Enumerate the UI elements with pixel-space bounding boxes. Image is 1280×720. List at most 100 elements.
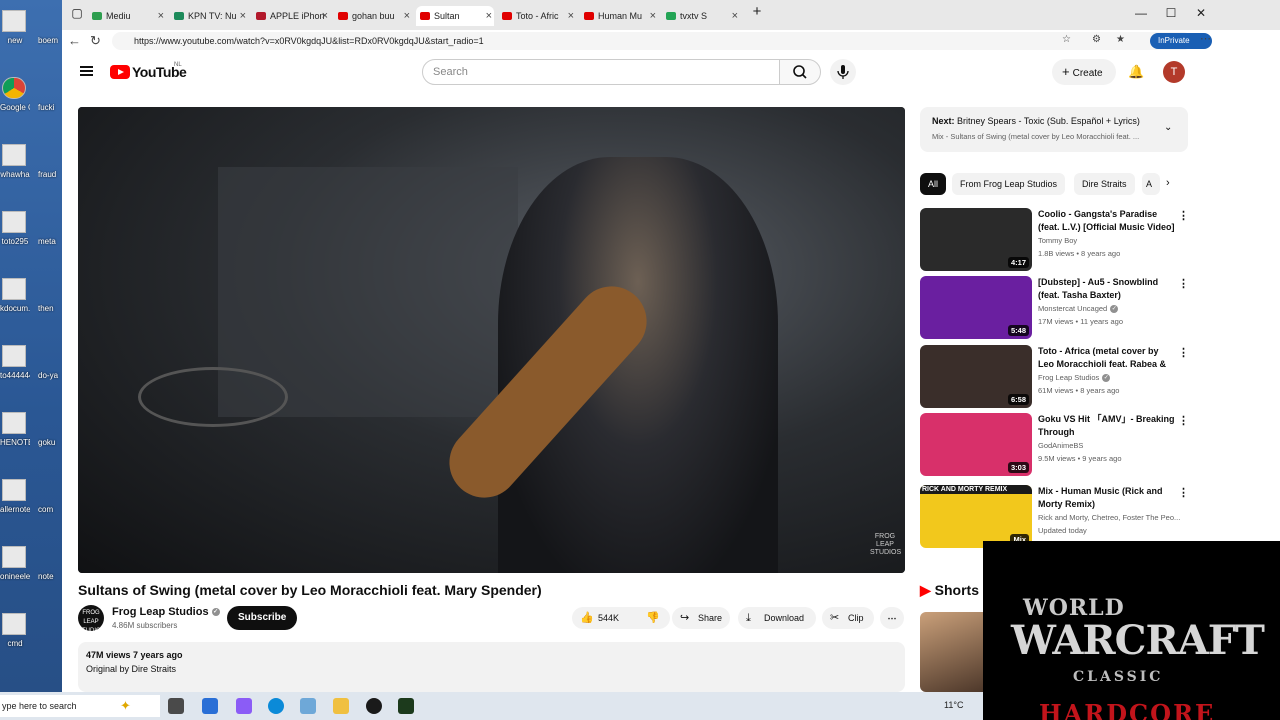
dislike-button[interactable]: 👎 [646, 607, 660, 629]
recommendation-item[interactable]: 4:17 Coolio - Gangsta's Paradise (feat. L… [920, 208, 1210, 272]
task-view-icon[interactable] [168, 698, 184, 714]
recommendation-item[interactable]: 5:48 [Dubstep] - Au5 - Snowblind (feat. T… [920, 276, 1210, 340]
video-thumbnail[interactable]: 6:58 [920, 345, 1032, 408]
chevron-right-icon[interactable]: › [1166, 177, 1170, 189]
desktop-icon-label: toto295 [1, 237, 29, 246]
filter-chip[interactable]: A [1142, 173, 1160, 195]
account-avatar[interactable]: T [1163, 61, 1185, 83]
desktop-icon-label: whawha [0, 170, 30, 179]
recommendation-item[interactable]: 3:03 Goku VS Hit 「AMV」- Breaking Through G… [920, 413, 1210, 477]
file-explorer-icon[interactable] [333, 698, 349, 714]
recommendation-meta: 17M views • 11 years ago [1038, 317, 1124, 326]
recommendation-channel[interactable]: Frog Leap Studios ✓ [1038, 373, 1188, 383]
video-thumbnail[interactable]: 5:48 [920, 276, 1032, 339]
sparkle-icon[interactable]: ✦ [120, 698, 136, 714]
filter-chip[interactable]: Dire Straits [1074, 173, 1135, 195]
subscribe-button[interactable]: Subscribe [227, 606, 298, 630]
maximize-button[interactable]: ☐ [1156, 6, 1186, 20]
more-options-icon[interactable]: ⋮ [1178, 209, 1189, 222]
browser-tab[interactable]: tvxtv S × [662, 6, 740, 26]
refresh-icon[interactable]: ↻ [90, 33, 101, 49]
taskbar-search[interactable]: ype here to search [0, 695, 160, 717]
more-options-icon[interactable]: ⋮ [1178, 414, 1189, 427]
recommendation-item[interactable]: RICK AND MORTY REMIX Mix Mix - Human Music… [920, 485, 1210, 549]
recommendation-title[interactable]: Toto - Africa (metal cover by Leo Moracc… [1038, 345, 1176, 372]
video-title: Sultans of Swing (metal cover by Leo Mor… [78, 582, 542, 598]
recommendation-item[interactable]: 6:58 Toto - Africa (metal cover by Leo Mo… [920, 345, 1210, 409]
recommendation-channel[interactable]: Tommy Boy [1038, 236, 1188, 245]
recommendation-channel[interactable]: Rick and Morty, Chetreo, Foster The Peo.… [1038, 513, 1188, 522]
video-thumbnail[interactable]: 4:17 [920, 208, 1032, 271]
more-options-icon[interactable]: ⋮ [1178, 486, 1189, 499]
recommendation-channel[interactable]: GodAnimeBS [1038, 441, 1188, 450]
tab-close-icon[interactable]: × [732, 10, 738, 22]
obs-icon[interactable] [366, 698, 382, 714]
back-icon[interactable]: ← [68, 33, 81, 48]
shorts-thumbnail[interactable] [920, 612, 990, 692]
browser-tab[interactable]: Human Mu × [580, 6, 658, 26]
favorites-icon[interactable]: ★ [1116, 34, 1125, 45]
menu-icon[interactable] [80, 66, 93, 76]
favorite-star-icon[interactable]: ☆ [1062, 34, 1071, 45]
recommendation-title[interactable]: Coolio - Gangsta's Paradise (feat. L.V.)… [1038, 208, 1176, 235]
recommendation-title[interactable]: Mix - Human Music (Rick and Morty Remix) [1038, 485, 1176, 512]
search-input[interactable]: Search [422, 59, 780, 85]
youtube-logo-icon[interactable] [110, 65, 130, 79]
app-icon[interactable] [300, 698, 316, 714]
minimize-button[interactable]: — [1126, 6, 1156, 20]
voice-search-button[interactable] [830, 59, 856, 85]
address-bar[interactable]: https://www.youtube.com/watch?v=x0RV0kgd… [112, 32, 1192, 50]
share-button[interactable]: ↪ Share [672, 607, 730, 629]
close-window-button[interactable]: ✕ [1186, 6, 1216, 20]
playlist-next-box[interactable] [920, 107, 1188, 152]
browser-tab[interactable]: gohan buu × [334, 6, 412, 26]
clip-button[interactable]: ✂ Clip [822, 607, 874, 629]
video-player[interactable]: FROG LEAP STUDIOS [78, 107, 905, 573]
description-box[interactable] [78, 642, 905, 692]
store-icon[interactable] [202, 698, 218, 714]
channel-avatar[interactable]: FROG LEAP STUDIOS [78, 605, 105, 634]
game-icon[interactable] [398, 698, 414, 714]
edge-icon[interactable] [268, 698, 284, 714]
tab-close-icon[interactable]: × [650, 10, 656, 22]
browser-tab[interactable]: Sultan × [416, 6, 494, 26]
tab-close-icon[interactable]: × [240, 10, 246, 22]
browser-tab[interactable]: Mediu × [88, 6, 166, 26]
desktop-icon-label-2: meta [38, 237, 56, 246]
recommendation-title[interactable]: [Dubstep] - Au5 - Snowblind (feat. Tasha… [1038, 276, 1176, 303]
filter-chip[interactable]: From Frog Leap Studios [952, 173, 1066, 195]
thumbnail-caption: RICK AND MORTY REMIX [920, 485, 1032, 494]
more-options-icon[interactable]: ⋮ [1178, 346, 1189, 359]
tab-close-icon[interactable]: × [322, 10, 328, 22]
browser-tab[interactable]: Toto - Afric × [498, 6, 576, 26]
notifications-bell-icon[interactable]: 🔔 [1128, 64, 1144, 80]
browser-tab[interactable]: KPN TV: Nu × [170, 6, 248, 26]
download-button[interactable]: ⤓ Download [738, 607, 816, 629]
more-options-icon[interactable]: ⋮ [1178, 277, 1189, 290]
tab-close-icon[interactable]: × [486, 10, 492, 22]
more-actions-button[interactable]: ⋯ [880, 607, 904, 629]
next-prefix: Next: [932, 116, 955, 126]
video-duration: 3:03 [1007, 462, 1029, 473]
tab-close-icon[interactable]: × [404, 10, 410, 22]
new-tab-button[interactable]: + [742, 3, 772, 20]
video-thumbnail[interactable]: RICK AND MORTY REMIX Mix [920, 485, 1032, 548]
filter-chip[interactable]: All [920, 173, 947, 195]
recommendation-title[interactable]: Goku VS Hit 「AMV」- Breaking Through [1038, 413, 1176, 440]
create-button[interactable]: + Create [1052, 59, 1116, 85]
browser-tab[interactable]: APPLE iPhon × [252, 6, 330, 26]
tab-label: KPN TV: Nu [188, 11, 237, 21]
tab-close-icon[interactable]: × [568, 10, 574, 22]
channel-name[interactable]: Frog Leap Studios ✓ [112, 606, 220, 618]
extensions-icon[interactable]: ⚙ [1092, 34, 1101, 45]
copilot-icon[interactable] [236, 698, 252, 714]
recommendation-channel[interactable]: Monstercat Uncaged ✓ [1038, 304, 1188, 314]
search-button[interactable] [779, 59, 821, 85]
plus-icon: + [1062, 64, 1070, 79]
video-thumbnail[interactable]: 3:03 [920, 413, 1032, 476]
chevron-down-icon[interactable]: ⌄ [1164, 122, 1172, 133]
more-menu-icon[interactable]: ⋯ [1200, 32, 1211, 45]
tab-close-icon[interactable]: × [158, 10, 164, 22]
like-button[interactable]: 👍 [580, 607, 594, 629]
desktop-icon-label-2: com [38, 505, 54, 514]
